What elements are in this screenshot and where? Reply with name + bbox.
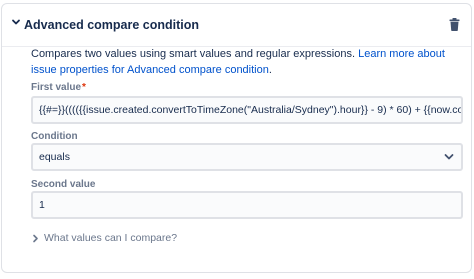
chevron-down-icon[interactable] — [444, 153, 454, 161]
first-value-input[interactable]: {{#=}}(((({{issue.created.convertToTimeZ… — [31, 96, 463, 124]
panel-header[interactable]: Advanced compare condition — [2, 4, 471, 47]
first-value-label-text: First value — [31, 82, 82, 93]
condition-label: Condition — [31, 131, 78, 142]
panel-description: Compares two values using smart values a… — [31, 46, 461, 78]
required-mark: * — [82, 82, 86, 93]
panel-title: Advanced compare condition — [24, 18, 200, 32]
chevron-down-icon[interactable] — [11, 17, 21, 27]
condition-selected-value: equals — [39, 151, 70, 163]
chevron-right-icon — [33, 234, 38, 243]
first-value-label: First value* — [31, 82, 86, 93]
second-value-input[interactable]: 1 — [31, 191, 463, 219]
help-toggle[interactable]: What values can I compare? — [32, 232, 177, 244]
trash-icon[interactable] — [449, 18, 460, 31]
help-toggle-label: What values can I compare? — [44, 232, 178, 244]
condition-select[interactable]: equals — [31, 143, 463, 171]
second-value-text: 1 — [39, 199, 45, 211]
second-value-label: Second value — [31, 179, 96, 190]
description-text: Compares two values using smart values a… — [31, 48, 359, 60]
condition-panel: Advanced compare condition Compares two … — [1, 3, 472, 273]
first-value-text: {{#=}}(((({{issue.created.convertToTimeZ… — [39, 104, 463, 116]
page: Advanced compare condition Compares two … — [0, 0, 474, 279]
description-suffix: . — [268, 64, 272, 76]
